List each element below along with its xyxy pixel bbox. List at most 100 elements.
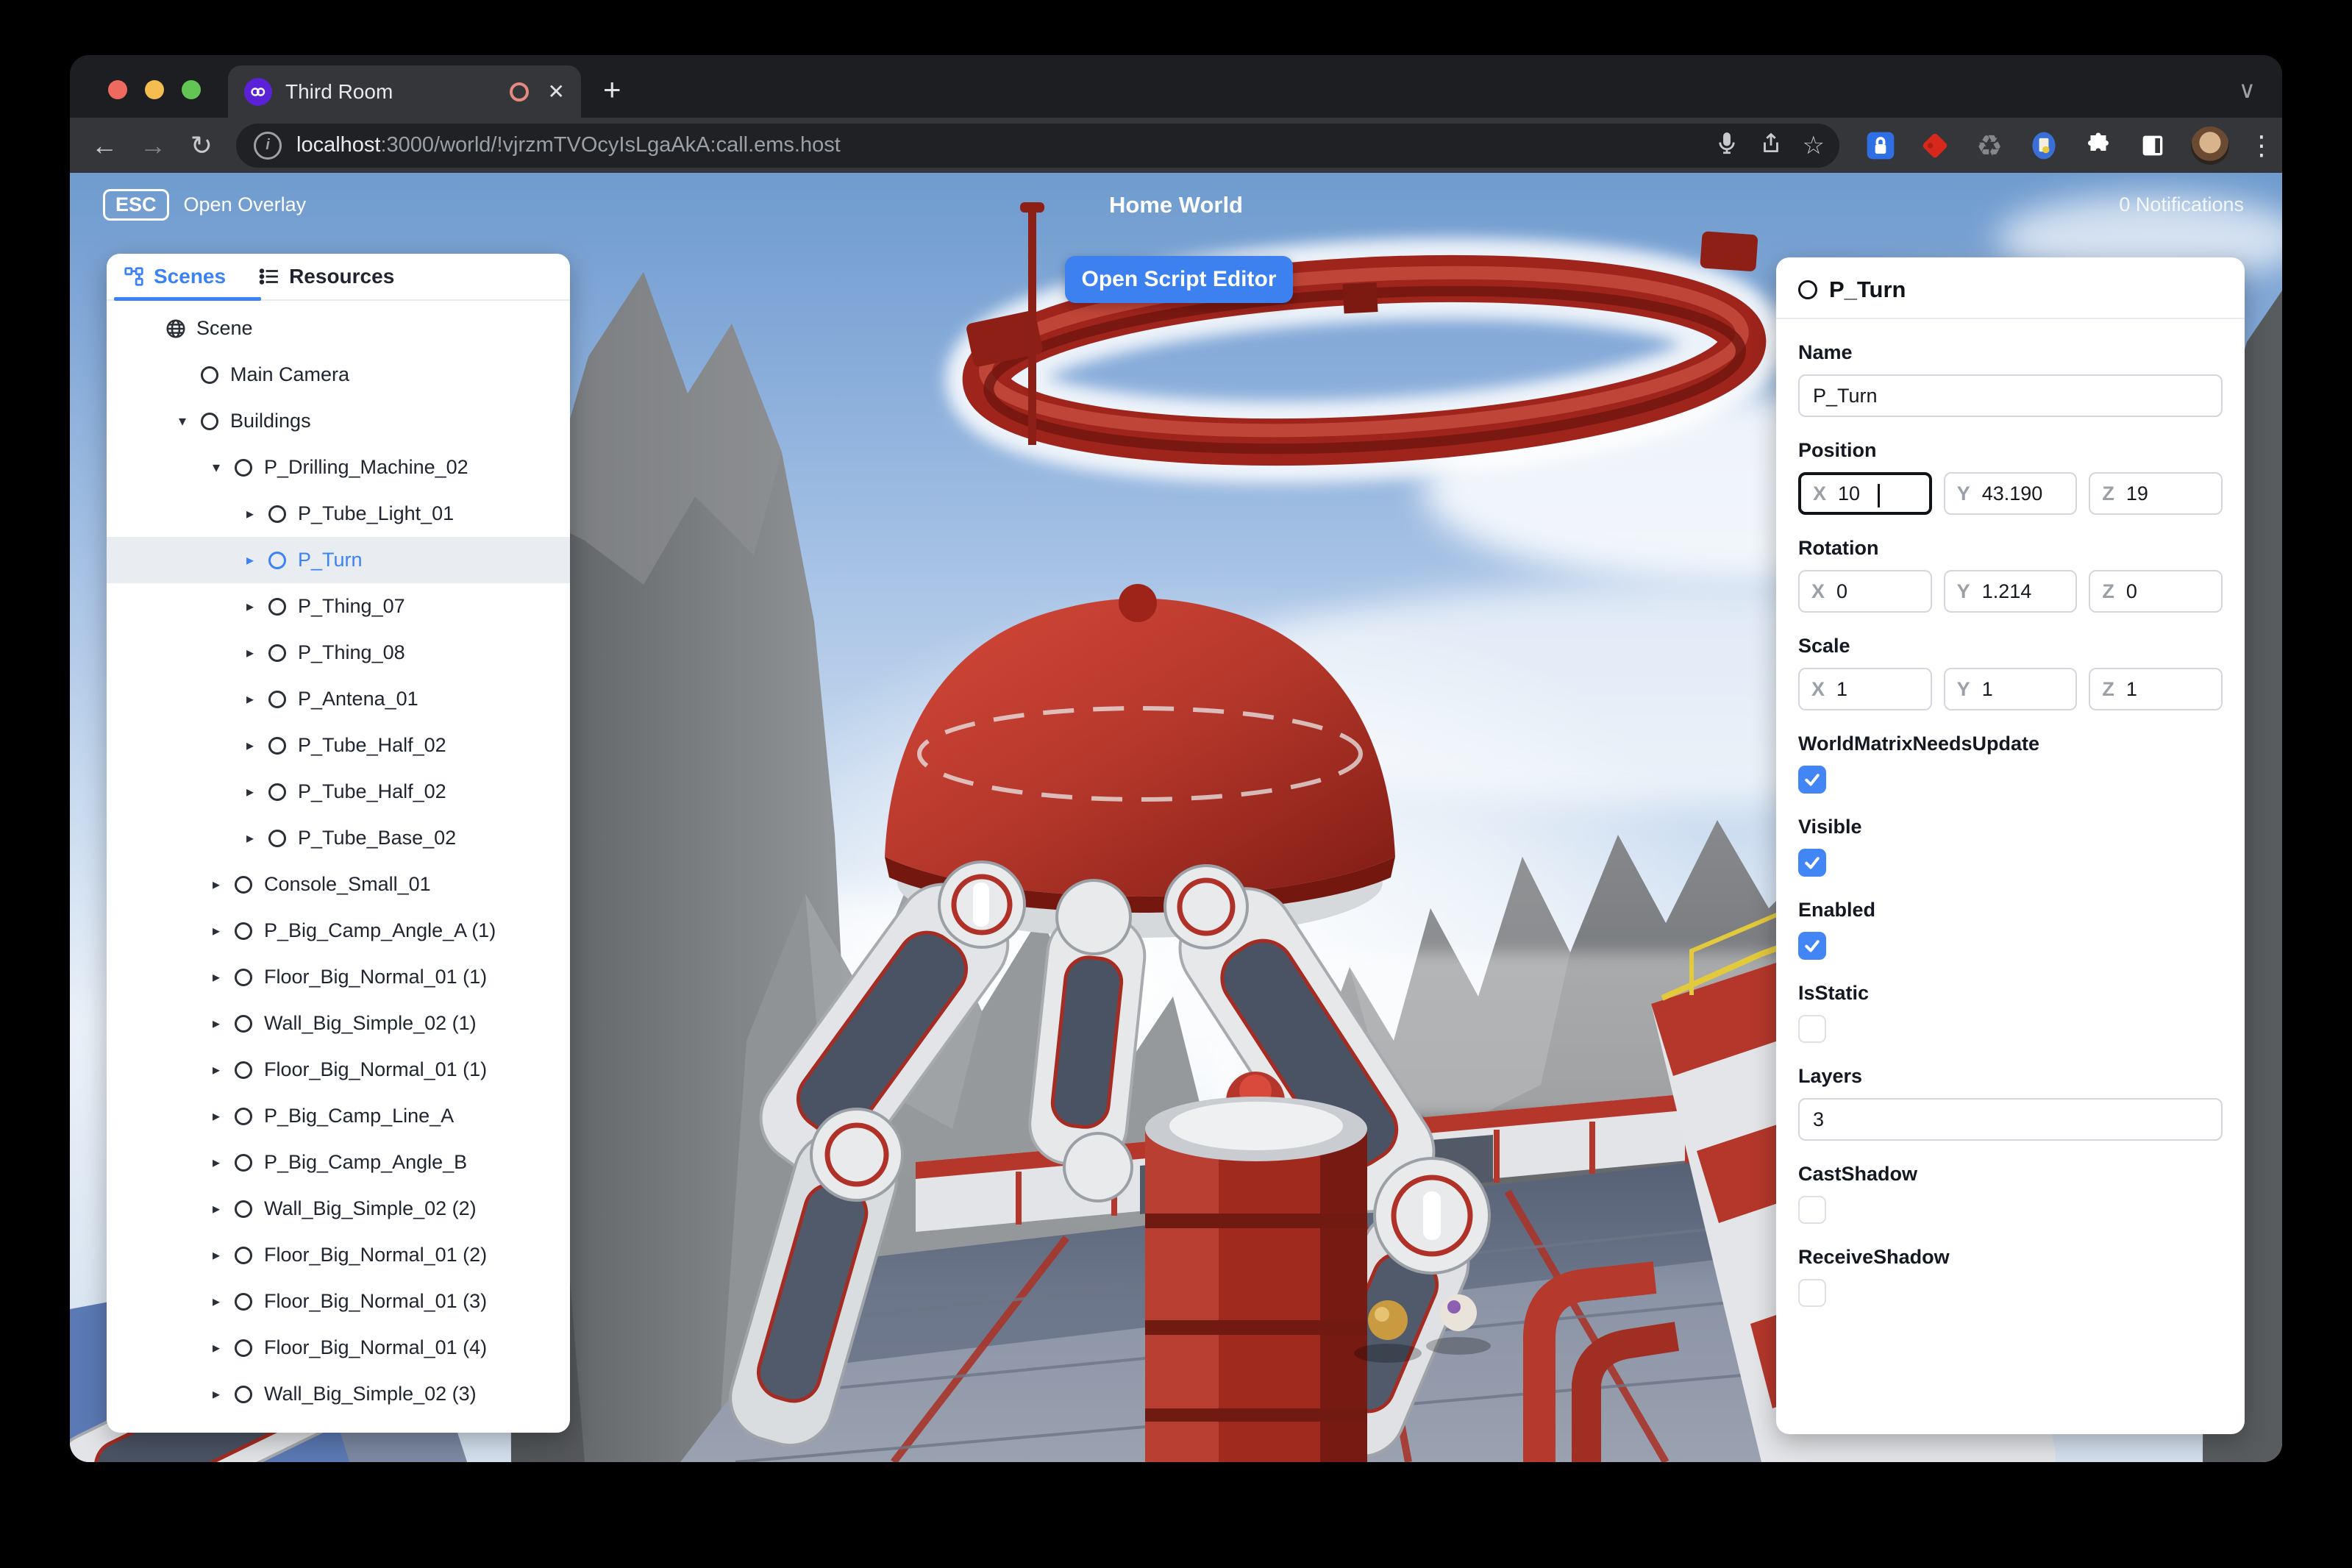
rotation-y-input[interactable]: Y (1943, 570, 2078, 613)
tree-item-scene[interactable]: Scene (107, 305, 570, 352)
tree-item-wall-big-simple-02-2-[interactable]: ▸ Wall_Big_Simple_02 (2) (107, 1186, 570, 1232)
tab-strip-expand-icon[interactable]: ∨ (2239, 76, 2256, 104)
minimize-window-button[interactable] (145, 80, 164, 99)
caret-right-icon[interactable]: ▸ (204, 922, 229, 940)
tree-item-wall-big-simple-02-1-[interactable]: ▸ Wall_Big_Simple_02 (1) (107, 1000, 570, 1047)
caret-right-icon[interactable]: ▸ (238, 736, 263, 755)
receiveshadow-checkbox[interactable] (1798, 1279, 1826, 1307)
rotation-z-input[interactable]: Z (2089, 570, 2223, 613)
caret-right-icon[interactable]: ▸ (204, 1339, 229, 1357)
site-info-icon[interactable]: i (254, 131, 282, 160)
new-tab-button[interactable]: + (603, 74, 621, 105)
tree-item-label: Wall_Big_Simple_02 (3) (264, 1383, 477, 1405)
tree-item-p-drilling-machine-02[interactable]: ▾ P_Drilling_Machine_02 (107, 444, 570, 491)
voice-search-icon[interactable] (1714, 131, 1739, 160)
caret-down-icon[interactable]: ▾ (170, 412, 195, 430)
caret-right-icon[interactable]: ▸ (204, 1014, 229, 1033)
caret-right-icon[interactable]: ▸ (204, 1107, 229, 1125)
scale-z-input[interactable]: Z (2089, 668, 2223, 710)
scale-y-input[interactable]: Y (1943, 668, 2078, 710)
back-button[interactable]: ← (80, 130, 129, 161)
castshadow-checkbox[interactable] (1798, 1196, 1826, 1224)
tree-item-label: Scene (196, 317, 253, 339)
caret-right-icon[interactable]: ▸ (204, 1153, 229, 1172)
tab-resources[interactable]: Resources (258, 265, 394, 288)
zoom-window-button[interactable] (182, 80, 201, 99)
caret-right-icon[interactable]: ▸ (204, 875, 229, 894)
entity-icon (229, 1385, 258, 1403)
position-x-input[interactable]: X (1798, 472, 1932, 515)
browser-menu-icon[interactable]: ⋮ (2248, 132, 2275, 159)
caret-right-icon[interactable]: ▸ (238, 829, 263, 847)
notifications-count[interactable]: 0 Notifications (2119, 193, 2244, 216)
reader-extension-icon[interactable] (2028, 129, 2060, 162)
caret-right-icon[interactable]: ▸ (238, 783, 263, 801)
tree-item-floor-big-normal-01-4-[interactable]: ▸ Floor_Big_Normal_01 (4) (107, 1325, 570, 1371)
tab-close-icon[interactable]: ✕ (548, 81, 565, 102)
world-viewport[interactable]: ESC Open Overlay Home World 0 Notificati… (70, 173, 2282, 1462)
close-window-button[interactable] (108, 80, 127, 99)
caret-right-icon[interactable]: ▸ (238, 597, 263, 616)
side-panel-icon[interactable] (2137, 129, 2169, 162)
caret-right-icon[interactable]: ▸ (204, 1061, 229, 1079)
tree-item-floor-big-normal-01-2-[interactable]: ▸ Floor_Big_Normal_01 (2) (107, 1232, 570, 1278)
visible-checkbox[interactable] (1798, 849, 1826, 877)
scale-x-input[interactable]: X (1798, 668, 1932, 710)
tree-item-p-big-camp-angle-b[interactable]: ▸ P_Big_Camp_Angle_B (107, 1139, 570, 1186)
layers-input[interactable] (1798, 1098, 2223, 1141)
name-input[interactable] (1798, 374, 2223, 417)
caret-right-icon[interactable]: ▸ (204, 1200, 229, 1218)
rotation-x-input[interactable]: X (1798, 570, 1932, 613)
tree-item-p-tube-half-02[interactable]: ▸ P_Tube_Half_02 (107, 722, 570, 769)
open-script-editor-button[interactable]: Open Script Editor (1065, 256, 1293, 303)
tree-item-floor-big-normal-01-3-[interactable]: ▸ Floor_Big_Normal_01 (3) (107, 1278, 570, 1325)
red-diamond-extension-icon[interactable] (1919, 129, 1951, 162)
tree-item-main-camera[interactable]: Main Camera (107, 352, 570, 398)
name-input-field[interactable] (1813, 384, 2208, 407)
browser-tab[interactable]: Third Room ✕ (228, 65, 581, 118)
caret-right-icon[interactable]: ▸ (204, 1385, 229, 1403)
caret-right-icon[interactable]: ▸ (238, 551, 263, 569)
reload-button[interactable]: ↻ (177, 130, 226, 161)
tree-item-floor-big-normal-01-1-[interactable]: ▸ Floor_Big_Normal_01 (1) (107, 954, 570, 1000)
tree-item-label: P_Turn (298, 549, 363, 571)
caret-right-icon[interactable]: ▸ (238, 505, 263, 523)
tree-item-p-thing-08[interactable]: ▸ P_Thing_08 (107, 630, 570, 676)
caret-right-icon[interactable]: ▸ (238, 690, 263, 708)
tree-item-label: P_Tube_Base_02 (298, 827, 457, 849)
tab-resources-label: Resources (289, 265, 395, 288)
tree-item-p-big-camp-line-a[interactable]: ▸ P_Big_Camp_Line_A (107, 1093, 570, 1139)
entity-icon (1798, 280, 1817, 299)
forward-button[interactable]: → (129, 130, 177, 161)
caret-down-icon[interactable]: ▾ (204, 458, 229, 477)
recycle-extension-icon[interactable]: ♻ (1973, 129, 2006, 163)
caret-right-icon[interactable]: ▸ (204, 968, 229, 986)
tree-item-p-antena-01[interactable]: ▸ P_Antena_01 (107, 676, 570, 722)
address-bar[interactable]: i localhost:3000/world/!vjrzmTVOcyIsLgaA… (236, 123, 1839, 168)
tree-item-buildings[interactable]: ▾ Buildings (107, 398, 570, 444)
isstatic-checkbox[interactable] (1798, 1015, 1826, 1043)
position-y-input[interactable]: Y (1943, 472, 2078, 515)
caret-right-icon[interactable]: ▸ (204, 1246, 229, 1264)
tree-item-console-small-01[interactable]: ▸ Console_Small_01 (107, 861, 570, 908)
tree-item-p-thing-07[interactable]: ▸ P_Thing_07 (107, 583, 570, 630)
caret-right-icon[interactable]: ▸ (238, 644, 263, 662)
tree-item-p-tube-half-02[interactable]: ▸ P_Tube_Half_02 (107, 769, 570, 815)
extensions-puzzle-icon[interactable] (2082, 129, 2114, 162)
tree-item-p-turn[interactable]: ▸ P_Turn (107, 537, 570, 583)
tab-scenes[interactable]: Scenes (123, 265, 226, 288)
tree-item-p-tube-light-01[interactable]: ▸ P_Tube_Light_01 (107, 491, 570, 537)
enabled-checkbox[interactable] (1798, 932, 1826, 960)
share-icon[interactable] (1758, 131, 1783, 160)
tree-item-label: P_Thing_07 (298, 595, 405, 617)
password-manager-extension-icon[interactable] (1864, 129, 1897, 162)
bookmark-star-icon[interactable]: ☆ (1803, 131, 1825, 160)
tree-item-p-tube-base-02[interactable]: ▸ P_Tube_Base_02 (107, 815, 570, 861)
tree-item-floor-big-normal-01-1-[interactable]: ▸ Floor_Big_Normal_01 (1) (107, 1047, 570, 1093)
worldmatrixneedsupdate-checkbox[interactable] (1798, 766, 1826, 794)
tree-item-wall-big-simple-02-3-[interactable]: ▸ Wall_Big_Simple_02 (3) (107, 1371, 570, 1417)
tree-item-p-big-camp-angle-a-1-[interactable]: ▸ P_Big_Camp_Angle_A (1) (107, 908, 570, 954)
profile-avatar[interactable] (2191, 126, 2229, 165)
position-z-input[interactable]: Z (2089, 472, 2223, 515)
caret-right-icon[interactable]: ▸ (204, 1292, 229, 1311)
